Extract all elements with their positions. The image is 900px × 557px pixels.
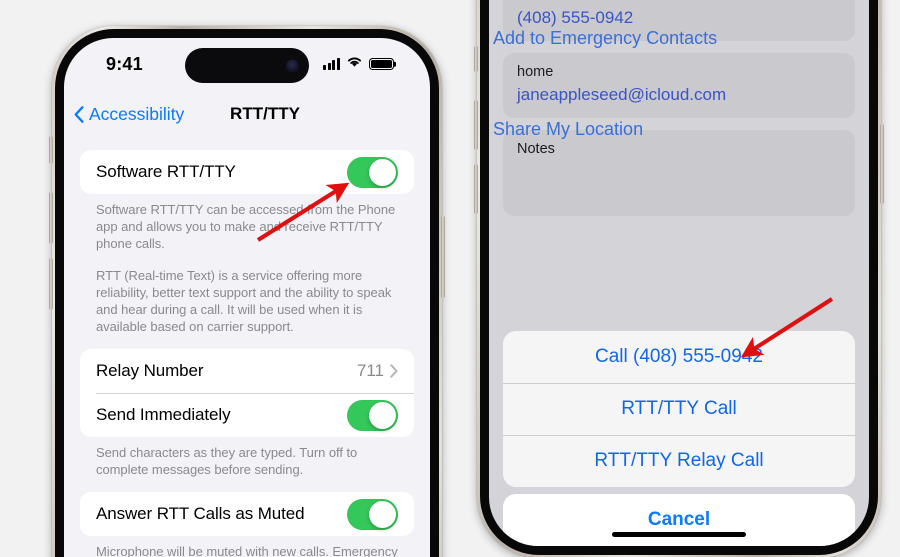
call-options-action-sheet: Call (408) 555-0942 RTT/TTY Call RTT/TTY…: [503, 331, 855, 546]
toggle-knob: [369, 500, 396, 528]
contact-field-notes[interactable]: Notes: [503, 130, 855, 216]
row-relay-number[interactable]: Relay Number 711: [80, 349, 414, 393]
action-call-number[interactable]: Call (408) 555-0942: [503, 331, 855, 383]
action-rtt-tty-call[interactable]: RTT/TTY Call: [503, 383, 855, 435]
footnote-paragraph: Microphone will be muted with new calls.…: [96, 544, 398, 557]
toggle-knob: [369, 158, 396, 186]
dynamic-island: [185, 48, 309, 83]
settings-group-software-rtt: Software RTT/TTY: [80, 150, 414, 194]
volume-up-button[interactable]: [474, 100, 478, 150]
row-answer-rtt-calls-as-muted[interactable]: Answer RTT Calls as Muted: [80, 492, 414, 536]
row-label: Send Immediately: [96, 405, 231, 424]
power-button[interactable]: [441, 216, 445, 298]
power-button[interactable]: [880, 124, 884, 204]
iphone-contact-device: iPhone (408) 555-0942 home janeappleseed…: [474, 0, 884, 557]
footnote-answer-muted: Microphone will be muted with new calls.…: [80, 536, 414, 557]
footnote-paragraph: Send characters as they are typed. Turn …: [96, 445, 358, 477]
settings-list: Software RTT/TTY Software RTT/TTY can be…: [64, 150, 430, 557]
row-software-rtt-tty[interactable]: Software RTT/TTY: [80, 150, 414, 194]
contact-email-address[interactable]: janeappleseed@icloud.com: [517, 83, 841, 107]
toggle-knob: [369, 401, 396, 429]
front-camera-icon: [286, 59, 299, 72]
row-accessory: 711: [357, 361, 398, 381]
volume-down-button[interactable]: [49, 258, 53, 310]
send-immediately-toggle[interactable]: [347, 399, 398, 431]
action-sheet-options: Call (408) 555-0942 RTT/TTY Call RTT/TTY…: [503, 331, 855, 487]
silence-switch-button[interactable]: [49, 136, 53, 164]
contact-field-label: iPhone: [517, 0, 841, 5]
home-indicator[interactable]: [612, 532, 746, 537]
screenshot-stage: 9:41 Accessibility RTT/TTY Software RTT/…: [0, 0, 900, 557]
contact-field-label: Notes: [517, 141, 555, 157]
cancel-button[interactable]: Cancel: [503, 494, 855, 546]
navigation-bar: Accessibility RTT/TTY: [64, 92, 430, 136]
volume-up-button[interactable]: [49, 192, 53, 244]
page-title: RTT/TTY: [230, 104, 300, 123]
contact-phone-number[interactable]: (408) 555-0942: [517, 6, 841, 30]
volume-down-button[interactable]: [474, 164, 478, 214]
iphone-settings-device: 9:41 Accessibility RTT/TTY Software RTT/…: [49, 26, 445, 557]
contact-card-screen: iPhone (408) 555-0942 home janeappleseed…: [489, 0, 869, 546]
battery-full-icon: [369, 57, 394, 71]
status-bar: 9:41: [64, 38, 430, 92]
status-bar-indicators: [323, 55, 394, 73]
contact-field-email[interactable]: home janeappleseed@icloud.com: [503, 53, 855, 118]
status-bar-time: 9:41: [106, 54, 143, 74]
wifi-icon: [346, 55, 363, 73]
settings-screen: 9:41 Accessibility RTT/TTY Software RTT/…: [64, 38, 430, 557]
share-my-location-row[interactable]: Share My Location: [493, 119, 869, 140]
answer-rtt-calls-as-muted-toggle[interactable]: [347, 498, 398, 530]
settings-group-relay: Relay Number 711 Send Immediately: [80, 349, 414, 437]
row-send-immediately[interactable]: Send Immediately: [80, 393, 414, 437]
silence-switch-button[interactable]: [474, 46, 478, 72]
settings-group-answer-muted: Answer RTT Calls as Muted: [80, 492, 414, 536]
row-label: Software RTT/TTY: [96, 162, 236, 181]
footnote-send-immediately: Send characters as they are typed. Turn …: [80, 437, 414, 478]
relay-number-value: 711: [356, 361, 384, 380]
chevron-right-icon: [390, 364, 398, 378]
software-rtt-tty-toggle[interactable]: [347, 156, 398, 188]
footnote-software-rtt: Software RTT/TTY can be accessed from th…: [80, 194, 414, 335]
action-rtt-tty-relay-call[interactable]: RTT/TTY Relay Call: [503, 435, 855, 487]
footnote-paragraph: Software RTT/TTY can be accessed from th…: [96, 202, 396, 251]
row-label: Relay Number: [96, 361, 204, 380]
footnote-paragraph: RTT (Real-time Text) is a service offeri…: [96, 268, 392, 334]
contact-field-label: home: [517, 64, 554, 80]
row-label: Answer RTT Calls as Muted: [96, 504, 305, 523]
add-to-emergency-contacts-row[interactable]: Add to Emergency Contacts: [493, 28, 869, 49]
cellular-signal-icon: [323, 58, 340, 70]
